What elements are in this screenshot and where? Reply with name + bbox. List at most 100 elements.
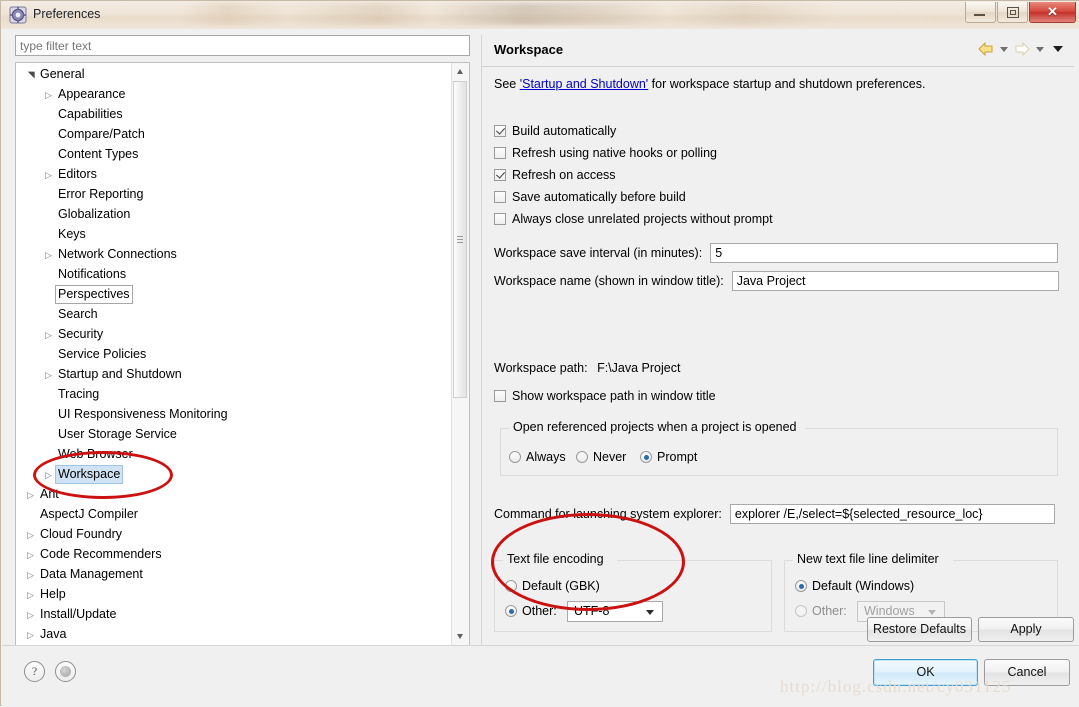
- explorer-command-input[interactable]: [729, 504, 1055, 524]
- tree-collapsed-arrow-icon[interactable]: ▷: [24, 625, 37, 645]
- scrollbar-thumb[interactable]: [453, 81, 467, 398]
- restore-button[interactable]: [997, 2, 1028, 23]
- chevron-up-icon: [457, 69, 463, 74]
- delimiter-combo-value: Windows: [864, 604, 915, 618]
- tree-item-ant[interactable]: ▷ Ant: [16, 485, 446, 505]
- tree-item-network-connections[interactable]: ▷ Network Connections: [16, 245, 446, 265]
- tree-item-cloud-foundry[interactable]: ▷ Cloud Foundry: [16, 525, 446, 545]
- window-title: Preferences: [33, 7, 101, 21]
- tree-collapsed-arrow-icon[interactable]: ▷: [24, 605, 37, 625]
- delimiter-default-radio[interactable]: Default (Windows): [795, 579, 914, 593]
- tree-scrollbar[interactable]: [451, 63, 469, 645]
- preferences-tree-pane: ◢General▷Appearance Capabilities Compare…: [9, 35, 473, 646]
- tree-collapsed-arrow-icon[interactable]: ▷: [42, 245, 55, 265]
- tree-item-search[interactable]: Search: [16, 305, 446, 325]
- tree-list: ◢ General ▷ Appearance Capabilities Compare…: [16, 65, 446, 645]
- tree-collapsed-arrow-icon[interactable]: ▷: [24, 585, 37, 605]
- tree-collapsed-arrow-icon[interactable]: ▷: [24, 485, 37, 505]
- tree-item-ui-responsiveness-monitoring[interactable]: UI Responsiveness Monitoring: [16, 405, 446, 425]
- tree-item-globalization[interactable]: Globalization: [16, 205, 446, 225]
- close-button[interactable]: ✕: [1029, 2, 1076, 23]
- encoding-other-radio[interactable]: Other:: [505, 604, 557, 618]
- back-history-caret-icon[interactable]: [1000, 46, 1008, 52]
- tree-item-tracing[interactable]: Tracing: [16, 385, 446, 405]
- delimiter-other-radio[interactable]: Other:: [795, 604, 847, 618]
- help-icon[interactable]: ?: [24, 661, 45, 682]
- checkbox-always-close-unrelated-projects-without-prompt[interactable]: Always close unrelated projects without …: [494, 208, 773, 230]
- tree-item-security[interactable]: ▷ Security: [16, 325, 446, 345]
- tree-collapsed-arrow-icon[interactable]: ▷: [42, 365, 55, 385]
- tree-collapsed-arrow-icon[interactable]: ▷: [42, 165, 55, 185]
- tree-collapsed-arrow-icon[interactable]: ▷: [24, 545, 37, 565]
- apply-button[interactable]: Apply: [978, 617, 1074, 642]
- forward-arrow-icon[interactable]: [1014, 42, 1030, 56]
- workspace-path-label: Workspace path:: [494, 361, 588, 375]
- tree-item-keys[interactable]: Keys: [16, 225, 446, 245]
- disc-icon[interactable]: [55, 661, 76, 682]
- startup-shutdown-link[interactable]: 'Startup and Shutdown': [520, 77, 648, 91]
- checkbox-refresh-on-access[interactable]: Refresh on access: [494, 164, 773, 186]
- radio-never[interactable]: Never: [576, 450, 626, 464]
- save-interval-row: Workspace save interval (in minutes):: [494, 243, 1059, 263]
- encoding-combo[interactable]: UTF-8: [567, 601, 663, 622]
- tree-no-arrow-spacer: [42, 425, 55, 445]
- restore-defaults-button[interactable]: Restore Defaults: [867, 617, 972, 642]
- tree-item-editors[interactable]: ▷ Editors: [16, 165, 446, 185]
- checkbox-label: Refresh using native hooks or polling: [512, 146, 717, 160]
- save-interval-input[interactable]: [710, 243, 1059, 263]
- tree-item-appearance[interactable]: ▷ Appearance: [16, 85, 446, 105]
- tree-item-label: Error Reporting: [58, 187, 144, 201]
- tree-item-data-management[interactable]: ▷ Data Management: [16, 565, 446, 585]
- tree-item-code-recommenders[interactable]: ▷ Code Recommenders: [16, 545, 446, 565]
- tree-item-service-policies[interactable]: Service Policies: [16, 345, 446, 365]
- checkbox-save-automatically-before-build[interactable]: Save automatically before build: [494, 186, 773, 208]
- checkbox-refresh-using-native-hooks-or-polling[interactable]: Refresh using native hooks or polling: [494, 142, 773, 164]
- dialog-footer: ? OK Cancel: [2, 645, 1079, 707]
- forward-history-caret-icon[interactable]: [1036, 46, 1044, 52]
- close-icon: ✕: [1047, 4, 1058, 19]
- minimize-button[interactable]: [965, 2, 996, 23]
- radio-always[interactable]: Always: [509, 450, 566, 464]
- tree-no-arrow-spacer: [42, 205, 55, 225]
- tree-item-help[interactable]: ▷ Help: [16, 585, 446, 605]
- tree-expanded-arrow-icon[interactable]: ◢: [21, 69, 41, 82]
- tree-item-aspectj-compiler[interactable]: AspectJ Compiler: [16, 505, 446, 525]
- show-workspace-path-checkbox[interactable]: Show workspace path in window title: [494, 385, 716, 407]
- radio-never-label: Never: [593, 450, 627, 464]
- tree-collapsed-arrow-icon[interactable]: ▷: [42, 85, 55, 105]
- tree-item-content-types[interactable]: Content Types: [16, 145, 446, 165]
- checkbox-icon: [494, 390, 506, 402]
- tree-collapsed-arrow-icon[interactable]: ▷: [42, 465, 55, 485]
- radio-prompt[interactable]: Prompt: [640, 450, 697, 464]
- preferences-tree[interactable]: ◢ General ▷ Appearance Capabilities Compare…: [15, 62, 470, 646]
- tree-item-workspace[interactable]: ▷ Workspace: [16, 465, 446, 485]
- tree-item-user-storage-service[interactable]: User Storage Service: [16, 425, 446, 445]
- tree-item-error-reporting[interactable]: Error Reporting: [16, 185, 446, 205]
- tree-item-compare-patch[interactable]: Compare/Patch: [16, 125, 446, 145]
- checkbox-build-automatically[interactable]: Build automatically: [494, 120, 773, 142]
- tree-item-notifications[interactable]: Notifications: [16, 265, 446, 285]
- filter-input[interactable]: [15, 35, 470, 56]
- scroll-down-button[interactable]: [452, 628, 469, 645]
- radio-icon: [795, 580, 807, 592]
- back-arrow-icon[interactable]: [978, 42, 994, 56]
- intro-suffix: for workspace startup and shutdown prefe…: [648, 77, 926, 91]
- tree-item-general[interactable]: ◢ General: [16, 65, 446, 85]
- encoding-default-radio[interactable]: Default (GBK): [505, 579, 600, 593]
- window-titlebar[interactable]: Preferences ✕: [1, 1, 1079, 29]
- tree-collapsed-arrow-icon[interactable]: ▷: [24, 525, 37, 545]
- tree-item-label: Service Policies: [58, 347, 147, 361]
- tree-item-perspectives[interactable]: Perspectives: [16, 285, 446, 305]
- workspace-name-input[interactable]: [731, 271, 1059, 291]
- scroll-up-button[interactable]: [452, 63, 469, 80]
- tree-collapsed-arrow-icon[interactable]: ▷: [42, 325, 55, 345]
- tree-item-label: Compare/Patch: [58, 127, 145, 141]
- view-menu-icon[interactable]: [1053, 46, 1063, 52]
- tree-item-startup-and-shutdown[interactable]: ▷ Startup and Shutdown: [16, 365, 446, 385]
- tree-item-java[interactable]: ▷ Java: [16, 625, 446, 645]
- tree-item-label: Cloud Foundry: [40, 527, 122, 541]
- tree-item-capabilities[interactable]: Capabilities: [16, 105, 446, 125]
- tree-item-install-update[interactable]: ▷ Install/Update: [16, 605, 446, 625]
- tree-item-web-browser[interactable]: Web Browser: [16, 445, 446, 465]
- tree-collapsed-arrow-icon[interactable]: ▷: [24, 565, 37, 585]
